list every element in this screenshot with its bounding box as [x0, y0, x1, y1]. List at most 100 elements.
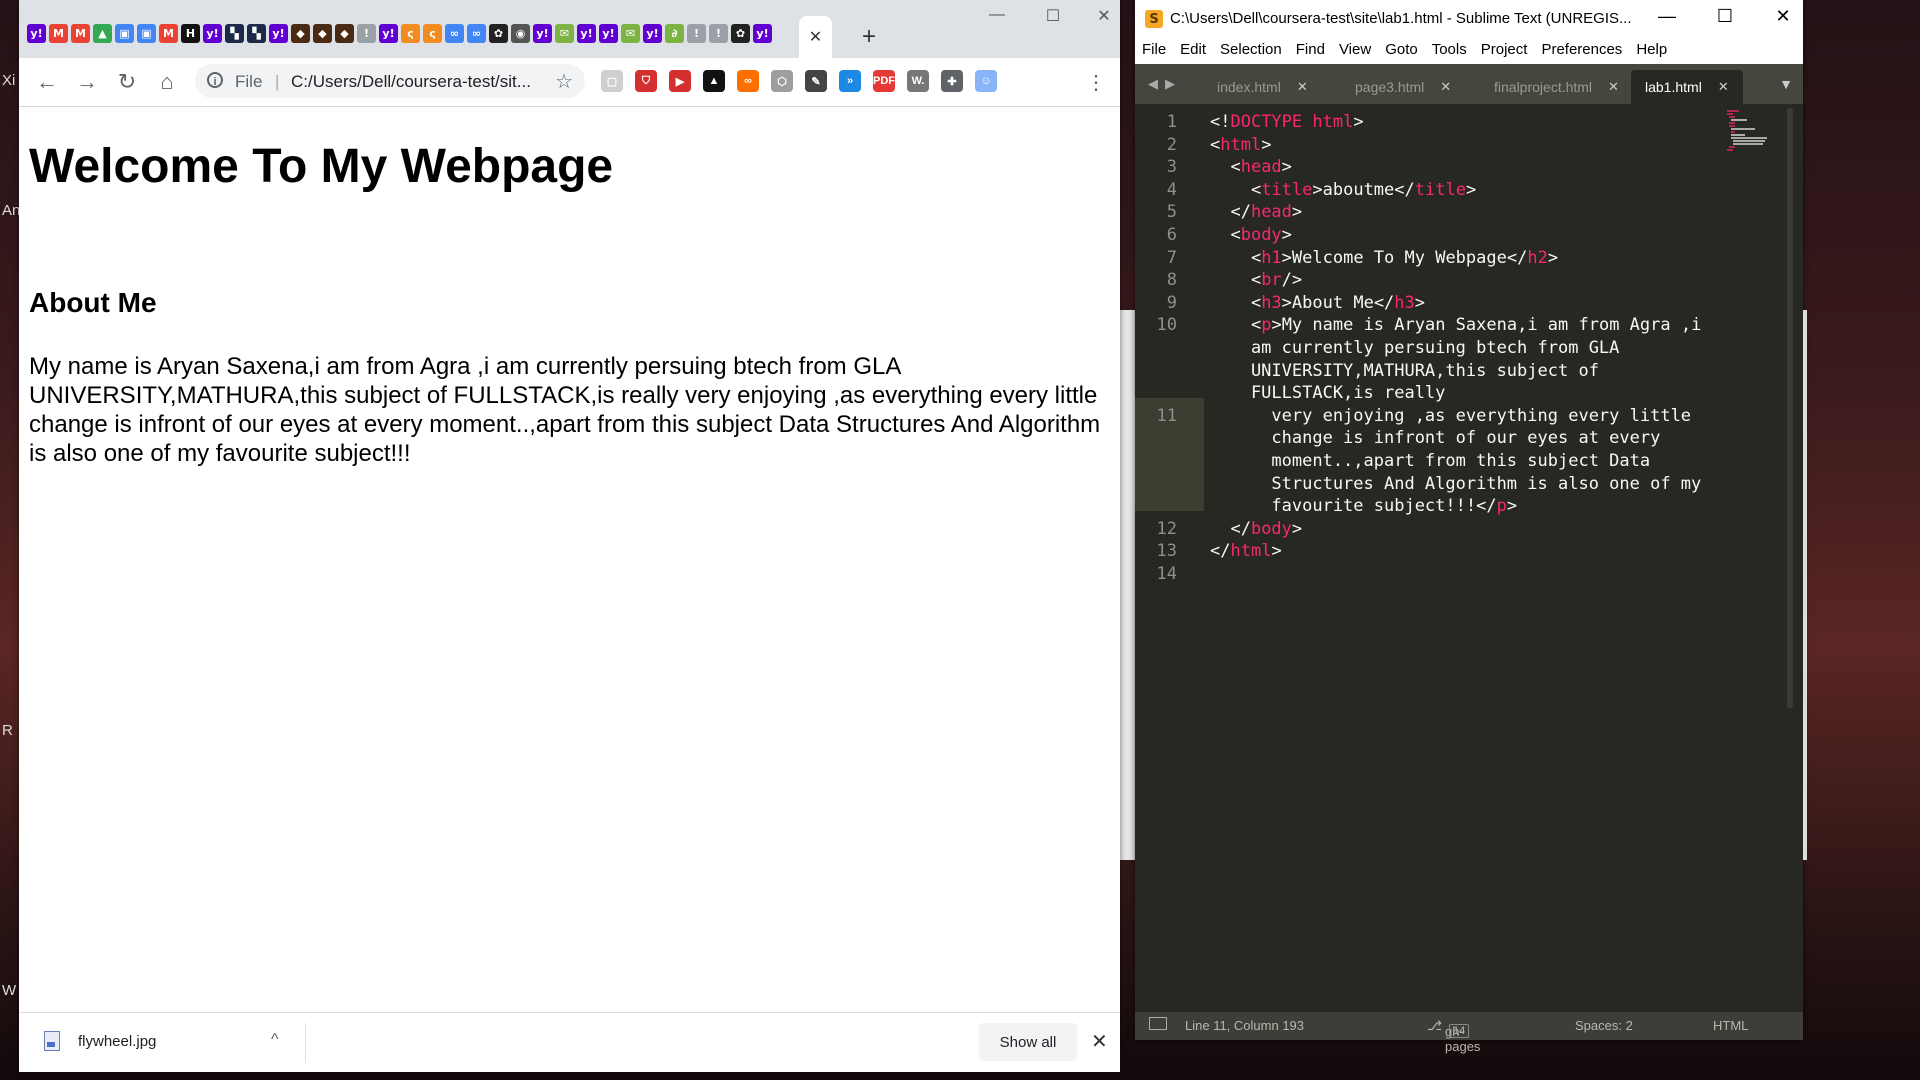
address-bar[interactable]: i File | C:/Users/Dell/coursera-test/sit…: [195, 64, 585, 98]
chevron-up-icon[interactable]: ^: [271, 1031, 279, 1049]
tab-favicon[interactable]: ◆: [335, 24, 354, 43]
menu-find[interactable]: Find: [1289, 38, 1332, 64]
active-tab[interactable]: ✕: [799, 16, 832, 58]
tab-favicon[interactable]: ▲: [93, 24, 112, 43]
tab-favicon[interactable]: y!: [533, 24, 552, 43]
tab-favicon[interactable]: !: [709, 24, 728, 43]
extension-icon[interactable]: W.: [907, 70, 929, 92]
tab-favicon[interactable]: ∞: [445, 24, 464, 43]
maximize-button[interactable]: ☐: [1033, 6, 1073, 26]
maximize-button[interactable]: ☐: [1705, 6, 1745, 27]
tab-favicon[interactable]: M: [49, 24, 68, 43]
extension-icon[interactable]: ✚: [941, 70, 963, 92]
menu-preferences[interactable]: Preferences: [1534, 38, 1629, 64]
code-text: <h3>About Me</h3>: [1210, 292, 1425, 314]
minimap[interactable]: [1725, 108, 1775, 158]
tab-favicon[interactable]: y!: [643, 24, 662, 43]
extension-icon[interactable]: »: [839, 70, 861, 92]
menu-edit[interactable]: Edit: [1173, 38, 1213, 64]
text-token: About Me: [1291, 292, 1374, 313]
show-all-button[interactable]: Show all: [979, 1023, 1077, 1061]
close-tab-icon[interactable]: ✕: [1297, 79, 1308, 95]
tab-favicon[interactable]: ▣: [137, 24, 156, 43]
tab-favicon[interactable]: !: [687, 24, 706, 43]
menu-project[interactable]: Project: [1474, 38, 1535, 64]
tab-finalproject-html[interactable]: finalproject.html ✕: [1494, 70, 1619, 104]
tab-favicon[interactable]: y!: [269, 24, 288, 43]
text-token: Welcome To My Webpage: [1291, 247, 1507, 268]
tab-favicon[interactable]: y!: [753, 24, 772, 43]
tab-favicon[interactable]: ∞: [467, 24, 486, 43]
close-window-button[interactable]: ✕: [1089, 6, 1119, 26]
code-editor[interactable]: 1 <!DOCTYPE html> 2 <html> 3 <head> 4 <title>…: [1135, 104, 1803, 1012]
minimize-button[interactable]: —: [977, 6, 1017, 24]
extension-icon[interactable]: ▲: [703, 70, 725, 92]
tab-favicon[interactable]: ▚: [247, 24, 266, 43]
download-item[interactable]: flywheel.jpg: [44, 1031, 156, 1051]
download-file-name[interactable]: flywheel.jpg: [78, 1033, 156, 1050]
menu-file[interactable]: File: [1135, 38, 1173, 64]
site-info-icon[interactable]: i: [207, 72, 223, 88]
close-tab-icon[interactable]: ✕: [1440, 79, 1451, 95]
extension-icon[interactable]: ☺: [975, 70, 997, 92]
close-tab-icon[interactable]: ✕: [1718, 79, 1729, 95]
extension-icon[interactable]: PDF: [873, 70, 895, 92]
extension-icon[interactable]: ⛉: [635, 70, 657, 92]
back-button[interactable]: ←: [33, 68, 61, 96]
tab-favicon[interactable]: ς: [401, 24, 420, 43]
tab-favicon[interactable]: M: [71, 24, 90, 43]
close-window-button[interactable]: ✕: [1763, 6, 1803, 27]
tab-favicon[interactable]: y!: [203, 24, 222, 43]
extension-icon[interactable]: ✎: [805, 70, 827, 92]
extension-icon[interactable]: ▶: [669, 70, 691, 92]
reload-button[interactable]: ↻: [113, 68, 141, 96]
tab-favicon[interactable]: ✉: [555, 24, 574, 43]
tab-favicon[interactable]: !: [357, 24, 376, 43]
syntax-selector[interactable]: HTML: [1713, 1018, 1748, 1033]
tab-favicon[interactable]: y!: [27, 24, 46, 43]
tab-favicon[interactable]: y!: [577, 24, 596, 43]
extension-icon[interactable]: ⬡: [771, 70, 793, 92]
tab-favicon[interactable]: y!: [599, 24, 618, 43]
home-button[interactable]: ⌂: [153, 68, 181, 96]
tab-index-html[interactable]: index.html ✕: [1217, 70, 1308, 104]
tab-favicon[interactable]: ∂: [665, 24, 684, 43]
tab-page3-html[interactable]: page3.html ✕: [1355, 70, 1451, 104]
extension-icon[interactable]: ∞: [737, 70, 759, 92]
minimize-button[interactable]: —: [1647, 6, 1687, 27]
indentation-setting[interactable]: Spaces: 2: [1575, 1018, 1633, 1033]
close-tab-icon[interactable]: ✕: [1608, 79, 1619, 95]
tab-favicon[interactable]: ◉: [511, 24, 530, 43]
menu-selection[interactable]: Selection: [1213, 38, 1289, 64]
tab-right-arrow-icon[interactable]: ▶: [1165, 76, 1175, 92]
tab-favicon[interactable]: M: [159, 24, 178, 43]
chrome-menu-icon[interactable]: ⋮: [1086, 70, 1106, 95]
tab-favicon[interactable]: ◆: [291, 24, 310, 43]
tab-favicon[interactable]: ✿: [731, 24, 750, 43]
tab-favicon[interactable]: ✿: [489, 24, 508, 43]
close-tab-icon[interactable]: ✕: [809, 27, 822, 47]
close-download-shelf-icon[interactable]: ✕: [1091, 1029, 1108, 1054]
vertical-scrollbar[interactable]: [1787, 108, 1793, 708]
tab-favicon[interactable]: ▣: [115, 24, 134, 43]
tab-favicon[interactable]: ▚: [225, 24, 244, 43]
new-tab-button[interactable]: +: [854, 22, 884, 52]
tab-favicon[interactable]: ς: [423, 24, 442, 43]
menu-goto[interactable]: Goto: [1378, 38, 1425, 64]
menu-view[interactable]: View: [1332, 38, 1378, 64]
menu-tools[interactable]: Tools: [1425, 38, 1474, 64]
bookmark-star-icon[interactable]: ☆: [555, 69, 573, 94]
tab-favicon[interactable]: ◆: [313, 24, 332, 43]
tab-favicon[interactable]: ✉: [621, 24, 640, 43]
tab-lab1-html[interactable]: lab1.html ✕: [1631, 70, 1743, 104]
extension-icon[interactable]: ▢: [601, 70, 623, 92]
menu-help[interactable]: Help: [1629, 38, 1674, 64]
tab-favicon[interactable]: H: [181, 24, 200, 43]
url-text[interactable]: C:/Users/Dell/coursera-test/sit...: [291, 72, 541, 92]
tab-left-arrow-icon[interactable]: ◀: [1148, 76, 1158, 92]
cursor-position[interactable]: Line 11, Column 193: [1185, 1018, 1304, 1033]
tab-favicon[interactable]: y!: [379, 24, 398, 43]
tab-dropdown-icon[interactable]: ▼: [1779, 76, 1793, 92]
panel-toggle-icon[interactable]: [1149, 1017, 1167, 1030]
forward-button[interactable]: →: [73, 68, 101, 96]
